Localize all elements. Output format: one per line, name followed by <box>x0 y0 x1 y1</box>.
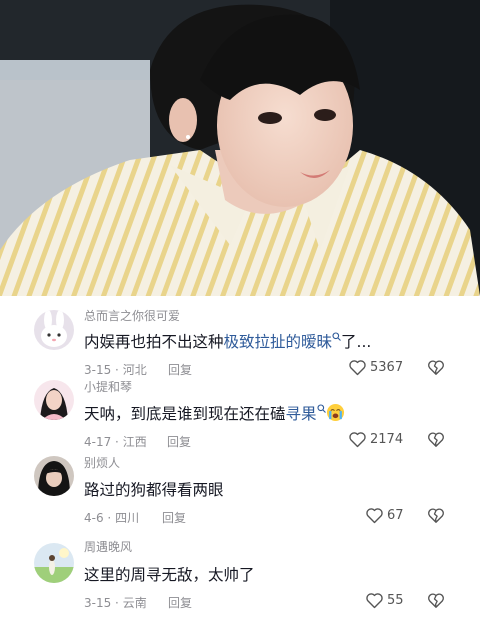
dislike-button[interactable] <box>427 431 445 452</box>
search-link[interactable]: 极致拉扯的暧昧 <box>224 333 333 351</box>
comment-text: 天呐，到底是谁到现在还在磕寻果 <box>84 402 345 424</box>
heart-icon <box>366 593 383 609</box>
comment-item: 周遇晚风 这里的周寻无敌，太帅了 3-15 · 云南 回复 55 <box>0 538 480 641</box>
comment-meta: 4-17 · 江西 <box>84 435 147 449</box>
search-link[interactable]: 寻果 <box>286 405 317 423</box>
comment-item: 总而言之你很可爱 内娱再也拍不出这种极致拉扯的暧昧 了... 3-15 · 河北 … <box>0 296 480 384</box>
video-frame[interactable] <box>0 0 480 296</box>
crying-face-emoji <box>326 403 344 422</box>
reply-button[interactable]: 回复 <box>162 509 186 526</box>
comment-username[interactable]: 小提和琴 <box>84 378 132 395</box>
reply-button[interactable]: 回复 <box>167 433 191 450</box>
like-button[interactable]: 67 <box>365 507 404 524</box>
heart-icon <box>349 360 366 376</box>
like-button[interactable]: 55 <box>365 592 404 609</box>
like-count: 67 <box>387 508 404 523</box>
reply-button[interactable]: 回复 <box>168 594 192 611</box>
comment-meta: 3-15 · 云南 <box>84 596 147 610</box>
like-count: 55 <box>387 593 404 608</box>
meadow-avatar[interactable] <box>34 543 74 583</box>
search-icon <box>332 332 341 341</box>
like-count: 5367 <box>370 360 404 375</box>
comment-text: 路过的狗都得看两眼 <box>84 481 224 499</box>
rabbit-avatar[interactable] <box>34 310 74 350</box>
dislike-button[interactable] <box>427 592 445 613</box>
comment-item: 小提和琴 天呐，到底是谁到现在还在磕寻果 4-17 · 江西 回复 2174 <box>0 376 480 456</box>
girl-avatar[interactable] <box>34 380 74 420</box>
broken-heart-icon <box>428 593 444 608</box>
comment-meta: 4-6 · 四川 <box>84 511 140 525</box>
like-button[interactable]: 2174 <box>348 431 403 448</box>
like-count: 2174 <box>370 432 404 447</box>
video-still-image <box>0 0 480 296</box>
heart-icon <box>349 432 366 448</box>
heart-icon <box>366 508 383 524</box>
comment-username[interactable]: 周遇晚风 <box>84 538 132 555</box>
comment-item: 别烦人 路过的狗都得看两眼 4-6 · 四川 回复 67 <box>0 456 480 536</box>
like-button[interactable]: 5367 <box>348 359 403 376</box>
broken-heart-icon <box>428 360 444 375</box>
dark-hair-avatar[interactable] <box>34 456 74 496</box>
broken-heart-icon <box>428 508 444 523</box>
broken-heart-icon <box>428 432 444 447</box>
comment-list: 总而言之你很可爱 内娱再也拍不出这种极致拉扯的暧昧 了... 3-15 · 河北 … <box>0 296 480 641</box>
comment-username[interactable]: 别烦人 <box>84 454 120 471</box>
comment-text: 这里的周寻无敌，太帅了 <box>84 566 255 584</box>
comment-text: 内娱再也拍不出这种极致拉扯的暧昧 了... <box>84 332 372 351</box>
comment-username[interactable]: 总而言之你很可爱 <box>84 307 180 324</box>
search-icon <box>316 404 326 413</box>
dislike-button[interactable] <box>427 507 445 528</box>
